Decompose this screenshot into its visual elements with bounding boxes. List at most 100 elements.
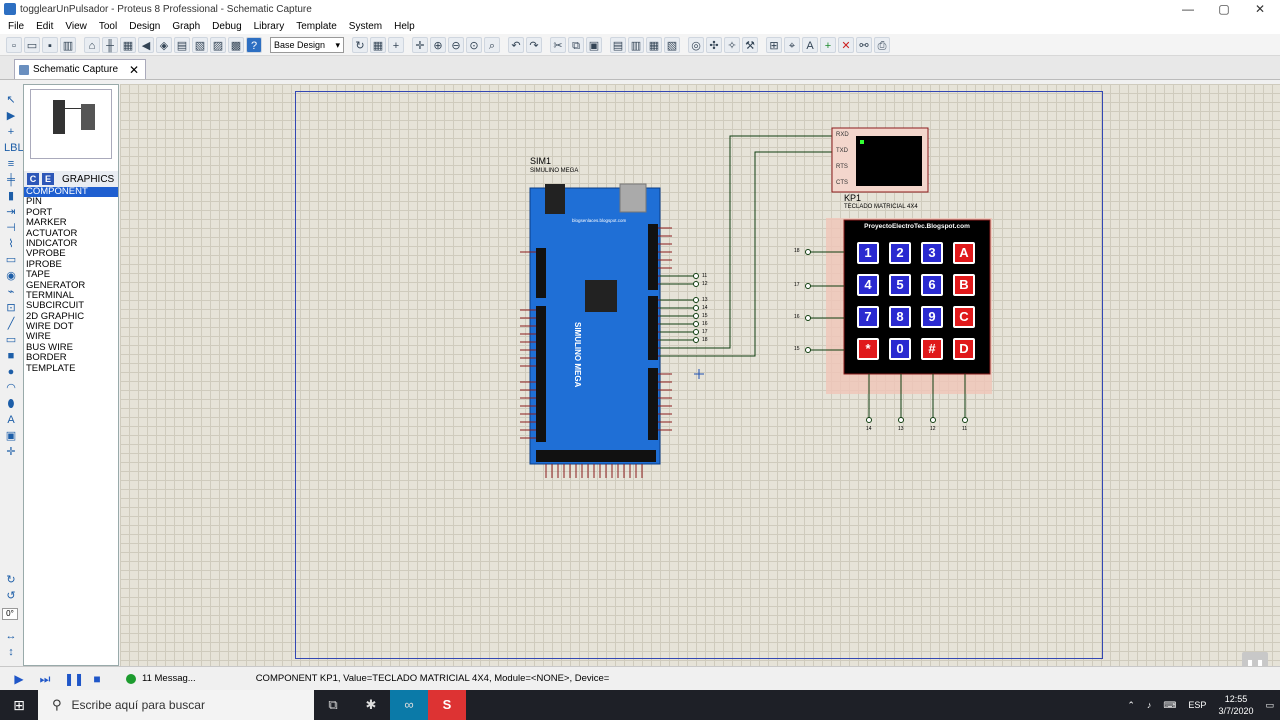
- keypad-key[interactable]: D: [953, 338, 975, 360]
- property-tool-icon[interactable]: A: [802, 36, 818, 53]
- zoom-all-icon[interactable]: ⊙: [466, 36, 482, 53]
- text-script-icon[interactable]: ≡: [4, 158, 18, 171]
- block-copy-icon[interactable]: ▤: [610, 36, 626, 53]
- simulino-board[interactable]: [529, 187, 661, 465]
- close-button[interactable]: ✕: [1242, 0, 1278, 18]
- packaging-icon[interactable]: ✧: [724, 36, 740, 53]
- rotate-ccw-icon[interactable]: ↺: [4, 590, 18, 603]
- keypad-key[interactable]: 7: [857, 306, 879, 328]
- text-icon[interactable]: A: [4, 414, 18, 427]
- origin-icon[interactable]: +: [388, 36, 404, 53]
- back-icon[interactable]: ◀: [138, 36, 154, 53]
- task-view-icon[interactable]: ⧉: [314, 690, 352, 720]
- tab-schematic-capture[interactable]: Schematic Capture ✕: [14, 59, 146, 79]
- list-item[interactable]: TAPE: [24, 269, 118, 280]
- selection-mode-icon[interactable]: ↖: [4, 94, 18, 107]
- kp1-reference[interactable]: KP1: [844, 193, 861, 203]
- keypad-key[interactable]: 8: [889, 306, 911, 328]
- generator-icon[interactable]: ◉: [4, 270, 18, 283]
- device-pin-icon[interactable]: ⊣: [4, 222, 18, 235]
- path-icon[interactable]: ⬮: [4, 398, 18, 411]
- rotate-cw-icon[interactable]: ↻: [4, 574, 18, 587]
- design-explorer-icon[interactable]: ⎙: [874, 36, 890, 53]
- new-file-icon[interactable]: ▫: [6, 36, 22, 53]
- proteus-taskbar-icon[interactable]: ✱: [352, 690, 390, 720]
- zoom-out-icon[interactable]: ⊖: [448, 36, 464, 53]
- menu-template[interactable]: Template: [290, 21, 343, 32]
- menu-edit[interactable]: Edit: [30, 21, 59, 32]
- copy-icon[interactable]: ⧉: [568, 36, 584, 53]
- volume-icon[interactable]: ♪: [1147, 700, 1152, 710]
- help-icon[interactable]: ?: [246, 36, 262, 53]
- symbol-icon[interactable]: ▣: [4, 430, 18, 443]
- play-icon[interactable]: ▶: [12, 672, 26, 686]
- pause-icon[interactable]: ❚❚: [64, 672, 84, 686]
- keypad-key[interactable]: 9: [921, 306, 943, 328]
- keypad-key[interactable]: B: [953, 274, 975, 296]
- menu-help[interactable]: Help: [388, 21, 421, 32]
- clock[interactable]: 12:55 3/7/2020: [1218, 693, 1253, 717]
- block-move-icon[interactable]: ▥: [628, 36, 644, 53]
- mirror-vertical-icon[interactable]: ↕: [4, 646, 18, 659]
- keypad-key[interactable]: 1: [857, 242, 879, 264]
- save-icon[interactable]: ▪: [42, 36, 58, 53]
- taskbar-search-box[interactable]: ⚲ Escribe aquí para buscar: [38, 690, 314, 720]
- box-icon[interactable]: ▭: [4, 334, 18, 347]
- search-tag-icon[interactable]: ⌖: [784, 36, 800, 53]
- list-item[interactable]: TEMPLATE: [24, 363, 118, 374]
- remove-sheet-icon[interactable]: ✕: [838, 36, 854, 53]
- app-s-taskbar-icon[interactable]: S: [428, 690, 466, 720]
- sim1-value[interactable]: SIMULINO MEGA: [530, 168, 578, 174]
- notifications-icon[interactable]: ▭: [1265, 700, 1274, 711]
- arduino-taskbar-icon[interactable]: ∞: [390, 690, 428, 720]
- keypad-key[interactable]: C: [953, 306, 975, 328]
- edit-library-button[interactable]: E: [42, 173, 54, 185]
- block-delete-icon[interactable]: ▧: [664, 36, 680, 53]
- design-variant-select[interactable]: Base Design: [270, 36, 344, 53]
- maximize-button[interactable]: ▢: [1206, 0, 1242, 18]
- 3d-icon[interactable]: ◈: [156, 36, 172, 53]
- keypad-key[interactable]: #: [921, 338, 943, 360]
- line-icon[interactable]: ╱: [4, 318, 18, 331]
- report-icon[interactable]: ▩: [228, 36, 244, 53]
- rotation-angle-field[interactable]: 0°: [2, 608, 18, 620]
- wire-autorouter-icon[interactable]: ⊞: [766, 36, 782, 53]
- mirror-horizontal-icon[interactable]: ↔: [4, 630, 18, 643]
- open-folder-icon[interactable]: ▭: [24, 36, 40, 53]
- bus-icon[interactable]: ╪: [4, 174, 18, 187]
- virtual-instrument-icon[interactable]: ⊡: [4, 302, 18, 315]
- overview-preview[interactable]: [30, 89, 112, 159]
- zoom-in-icon[interactable]: ⊕: [430, 36, 446, 53]
- home-icon[interactable]: ⌂: [84, 36, 100, 53]
- block-rotate-icon[interactable]: ▦: [646, 36, 662, 53]
- refresh-icon[interactable]: ↻: [352, 36, 368, 53]
- circle-icon[interactable]: ●: [4, 366, 18, 379]
- redo-icon[interactable]: ↷: [526, 36, 542, 53]
- wire-label-icon[interactable]: LBL: [4, 142, 24, 155]
- keypad-key[interactable]: 4: [857, 274, 879, 296]
- marker-icon[interactable]: ✛: [4, 446, 18, 459]
- junction-dot-icon[interactable]: +: [4, 126, 18, 139]
- language-indicator[interactable]: ESP: [1188, 700, 1206, 710]
- close-tab-icon[interactable]: ✕: [129, 63, 139, 77]
- rectangle-icon[interactable]: ■: [4, 350, 18, 363]
- keypad-key[interactable]: A: [953, 242, 975, 264]
- pcb-icon[interactable]: ▦: [120, 36, 136, 53]
- menu-file[interactable]: File: [2, 21, 30, 32]
- notes-icon[interactable]: ▨: [210, 36, 226, 53]
- menu-tool[interactable]: Tool: [93, 21, 123, 32]
- terminal-icon[interactable]: ⇥: [4, 206, 18, 219]
- keypad-key[interactable]: 0: [889, 338, 911, 360]
- arc-icon[interactable]: ◠: [4, 382, 18, 395]
- keypad-key[interactable]: *: [857, 338, 879, 360]
- bom-icon[interactable]: ▧: [192, 36, 208, 53]
- menu-system[interactable]: System: [343, 21, 388, 32]
- tape-recorder-icon[interactable]: ▭: [4, 254, 18, 267]
- menu-graph[interactable]: Graph: [166, 21, 206, 32]
- menu-debug[interactable]: Debug: [206, 21, 247, 32]
- keypad-key[interactable]: 6: [921, 274, 943, 296]
- undo-icon[interactable]: ↶: [508, 36, 524, 53]
- import-icon[interactable]: ▥: [60, 36, 76, 53]
- sim1-reference[interactable]: SIM1: [530, 156, 551, 166]
- pick-device-icon[interactable]: ◎: [688, 36, 704, 53]
